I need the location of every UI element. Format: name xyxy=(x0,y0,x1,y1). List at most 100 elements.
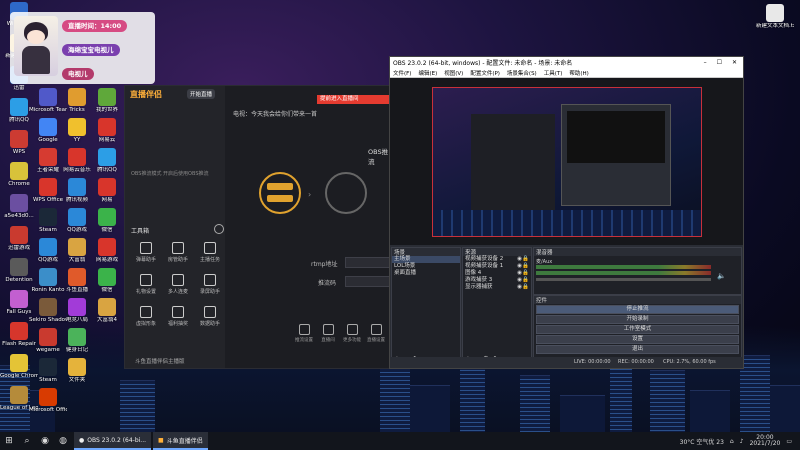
toolbox-item[interactable]: 弹幕助手 xyxy=(131,242,161,263)
obs-status-bar: LIVE: 00:00:00 REC: 00:00:00 CPU: 2.7%, … xyxy=(390,357,743,367)
obs-menu-item[interactable]: 视图(V) xyxy=(444,69,463,77)
taskbar-app-obs[interactable]: ● OBS 23.0.2 (64-bi... xyxy=(74,432,152,450)
toolbox-item[interactable]: 数据助手 xyxy=(195,306,225,327)
obs-menu-item[interactable]: 工具(T) xyxy=(544,69,563,77)
preview-canvas xyxy=(432,87,702,237)
lock-icon[interactable]: 🔒 xyxy=(522,256,529,263)
close-icon[interactable]: ✕ xyxy=(732,59,737,66)
tool-icon xyxy=(140,274,152,286)
scene-item[interactable]: 主场景 xyxy=(392,256,460,263)
desktop-icon[interactable]: 文件夹 xyxy=(58,358,96,383)
desktop-icon[interactable]: 网易 xyxy=(88,178,126,203)
stream-key-input[interactable] xyxy=(345,276,391,287)
desktop-icon[interactable]: 健身日记 xyxy=(58,328,96,353)
bottom-action[interactable]: 更多功能 xyxy=(341,324,363,343)
search-icon[interactable]: ⌕ xyxy=(18,432,36,450)
scene-item[interactable]: LOL场景 xyxy=(392,263,460,270)
toolbox-item[interactable]: 虚拟形象 xyxy=(131,306,161,327)
lock-icon[interactable]: 🔒 xyxy=(522,263,529,270)
source-item[interactable]: 视频捕获设备 2 ◉ 🔒 xyxy=(463,256,531,263)
minimize-icon[interactable]: – xyxy=(704,59,707,66)
stream-key-label: 推流码 xyxy=(318,280,337,287)
sub-pill: 电视儿 xyxy=(62,68,94,80)
app-icon xyxy=(98,268,116,286)
app-icon xyxy=(68,178,86,196)
obs-menu-item[interactable]: 编辑(E) xyxy=(418,69,437,77)
desktop-icon-label: 腾讯QQ xyxy=(97,167,117,173)
control-button[interactable]: 退出 xyxy=(536,345,739,354)
obs-menu-item[interactable]: 场景集合(S) xyxy=(507,69,537,77)
source-item[interactable]: 视频捕获设备 1 ◉ 🔒 xyxy=(463,263,531,270)
desktop-icon[interactable]: 大富翁4 xyxy=(88,298,126,323)
desktop-icon-label: 微信 xyxy=(101,287,113,293)
chrome-icon[interactable]: ◍ xyxy=(54,432,72,450)
scene-item[interactable]: 桌面直播 xyxy=(392,270,460,277)
toolbox-item[interactable]: 主播任务 xyxy=(195,242,225,263)
bottom-action[interactable]: 直播设置 xyxy=(365,324,387,343)
app-icon xyxy=(10,98,28,116)
obs-menu-item[interactable]: 帮助(H) xyxy=(569,69,588,77)
obs-app-icon: ● xyxy=(79,436,85,444)
app-icon xyxy=(98,88,116,106)
maximize-icon[interactable]: ☐ xyxy=(717,59,722,66)
lock-icon[interactable]: 🔒 xyxy=(522,277,529,284)
desktop-icon[interactable]: 微信 xyxy=(88,268,126,293)
taskbar-app-douyu[interactable]: ■ 斗鱼直播伴侣 xyxy=(153,432,208,450)
toolbox-item[interactable]: 多人连麦 xyxy=(163,274,193,295)
sources-header: 来源 xyxy=(463,248,531,256)
source-label: 视频捕获设备 1 xyxy=(465,263,504,269)
source-item[interactable]: 游戏捕获 3 ◉ 🔒 xyxy=(463,277,531,284)
toolbox-item[interactable]: 福利抽奖 xyxy=(163,306,193,327)
toolbox-item[interactable]: 房管助手 xyxy=(163,242,193,263)
tool-label: 录屏助手 xyxy=(199,289,220,295)
tool-label: 房管助手 xyxy=(167,257,188,263)
app-icon xyxy=(39,238,57,256)
desktop-icon[interactable]: 微信 xyxy=(88,208,126,233)
bottom-action[interactable]: 推流设置 xyxy=(293,324,315,343)
source-item[interactable]: 图像 4 ◉ 🔒 xyxy=(463,270,531,277)
bottom-action[interactable]: 直播间 xyxy=(317,324,339,343)
desktop-icon-text-file[interactable]: 新建文本文档.txt xyxy=(756,4,794,29)
volume-slider[interactable] xyxy=(536,278,711,281)
streamer-app-window[interactable]: 直播伴侣 开始直播 提前进入直播间 电视：今天我会给你们带来一首 OBS推流模式… xyxy=(124,85,394,369)
stream-info-line: 电视：今天我会给你们带来一首 xyxy=(233,111,318,118)
volume-icon[interactable]: ♪ xyxy=(740,438,744,445)
app-icon xyxy=(68,238,86,256)
notification-icon[interactable]: ▭ xyxy=(786,438,792,445)
app-icon xyxy=(98,148,116,166)
toolbox-label: 工具箱 xyxy=(131,228,150,235)
windows-start-icon[interactable]: ⊞ xyxy=(0,432,18,450)
steam-icon[interactable]: ◉ xyxy=(36,432,54,450)
source-item[interactable]: 显示器捕获 ◉ 🔒 xyxy=(463,284,531,291)
desktop-icon[interactable]: Microsoft Office xyxy=(29,388,67,413)
desktop-icon[interactable]: 网易云 xyxy=(88,118,126,143)
douyu-app-icon: ■ xyxy=(158,436,164,444)
desktop-icon[interactable]: 网易游戏 xyxy=(88,238,126,263)
rtmp-input[interactable] xyxy=(345,257,391,268)
speaker-icon[interactable]: 🔈 xyxy=(717,272,726,280)
desktop-icon[interactable]: 腾讯QQ xyxy=(88,148,126,173)
obs-preview-area[interactable] xyxy=(390,78,743,245)
weather-text[interactable]: 30°C 空气优 23 xyxy=(680,437,724,446)
red-banner[interactable]: 提前进入直播间 xyxy=(317,95,394,104)
app-icon xyxy=(68,208,86,226)
desktop-icon[interactable]: 我的世界 xyxy=(88,88,126,113)
lock-icon[interactable]: 🔒 xyxy=(522,270,529,277)
obs-menu-item[interactable]: 文件(F) xyxy=(393,69,411,77)
toolbox-item[interactable]: 录屏助手 xyxy=(195,274,225,295)
tool-icon xyxy=(204,274,216,286)
control-button[interactable]: 设置 xyxy=(536,335,739,344)
desktop-icon-label: Microsoft Office xyxy=(29,407,67,413)
toolbox-item[interactable]: 礼物设置 xyxy=(131,274,161,295)
clock-date[interactable]: 2021/7/20 xyxy=(750,441,781,447)
start-live-badge[interactable]: 开始直播 xyxy=(187,89,216,99)
desktop-icon-label: 我的世界 xyxy=(95,107,118,113)
control-button[interactable]: 开始录制 xyxy=(536,315,739,324)
control-button[interactable]: 工作室模式 xyxy=(536,325,739,334)
lock-icon[interactable]: 🔒 xyxy=(522,284,529,291)
control-button[interactable]: 停止推流 xyxy=(536,305,739,314)
network-icon[interactable]: ⌂ xyxy=(730,438,734,445)
obs-menu-item[interactable]: 配置文件(P) xyxy=(470,69,500,77)
toolbox-settings-icon[interactable] xyxy=(214,224,224,234)
obs-window[interactable]: OBS 23.0.2 (64-bit, windows) - 配置文件: 未命名… xyxy=(389,56,744,369)
